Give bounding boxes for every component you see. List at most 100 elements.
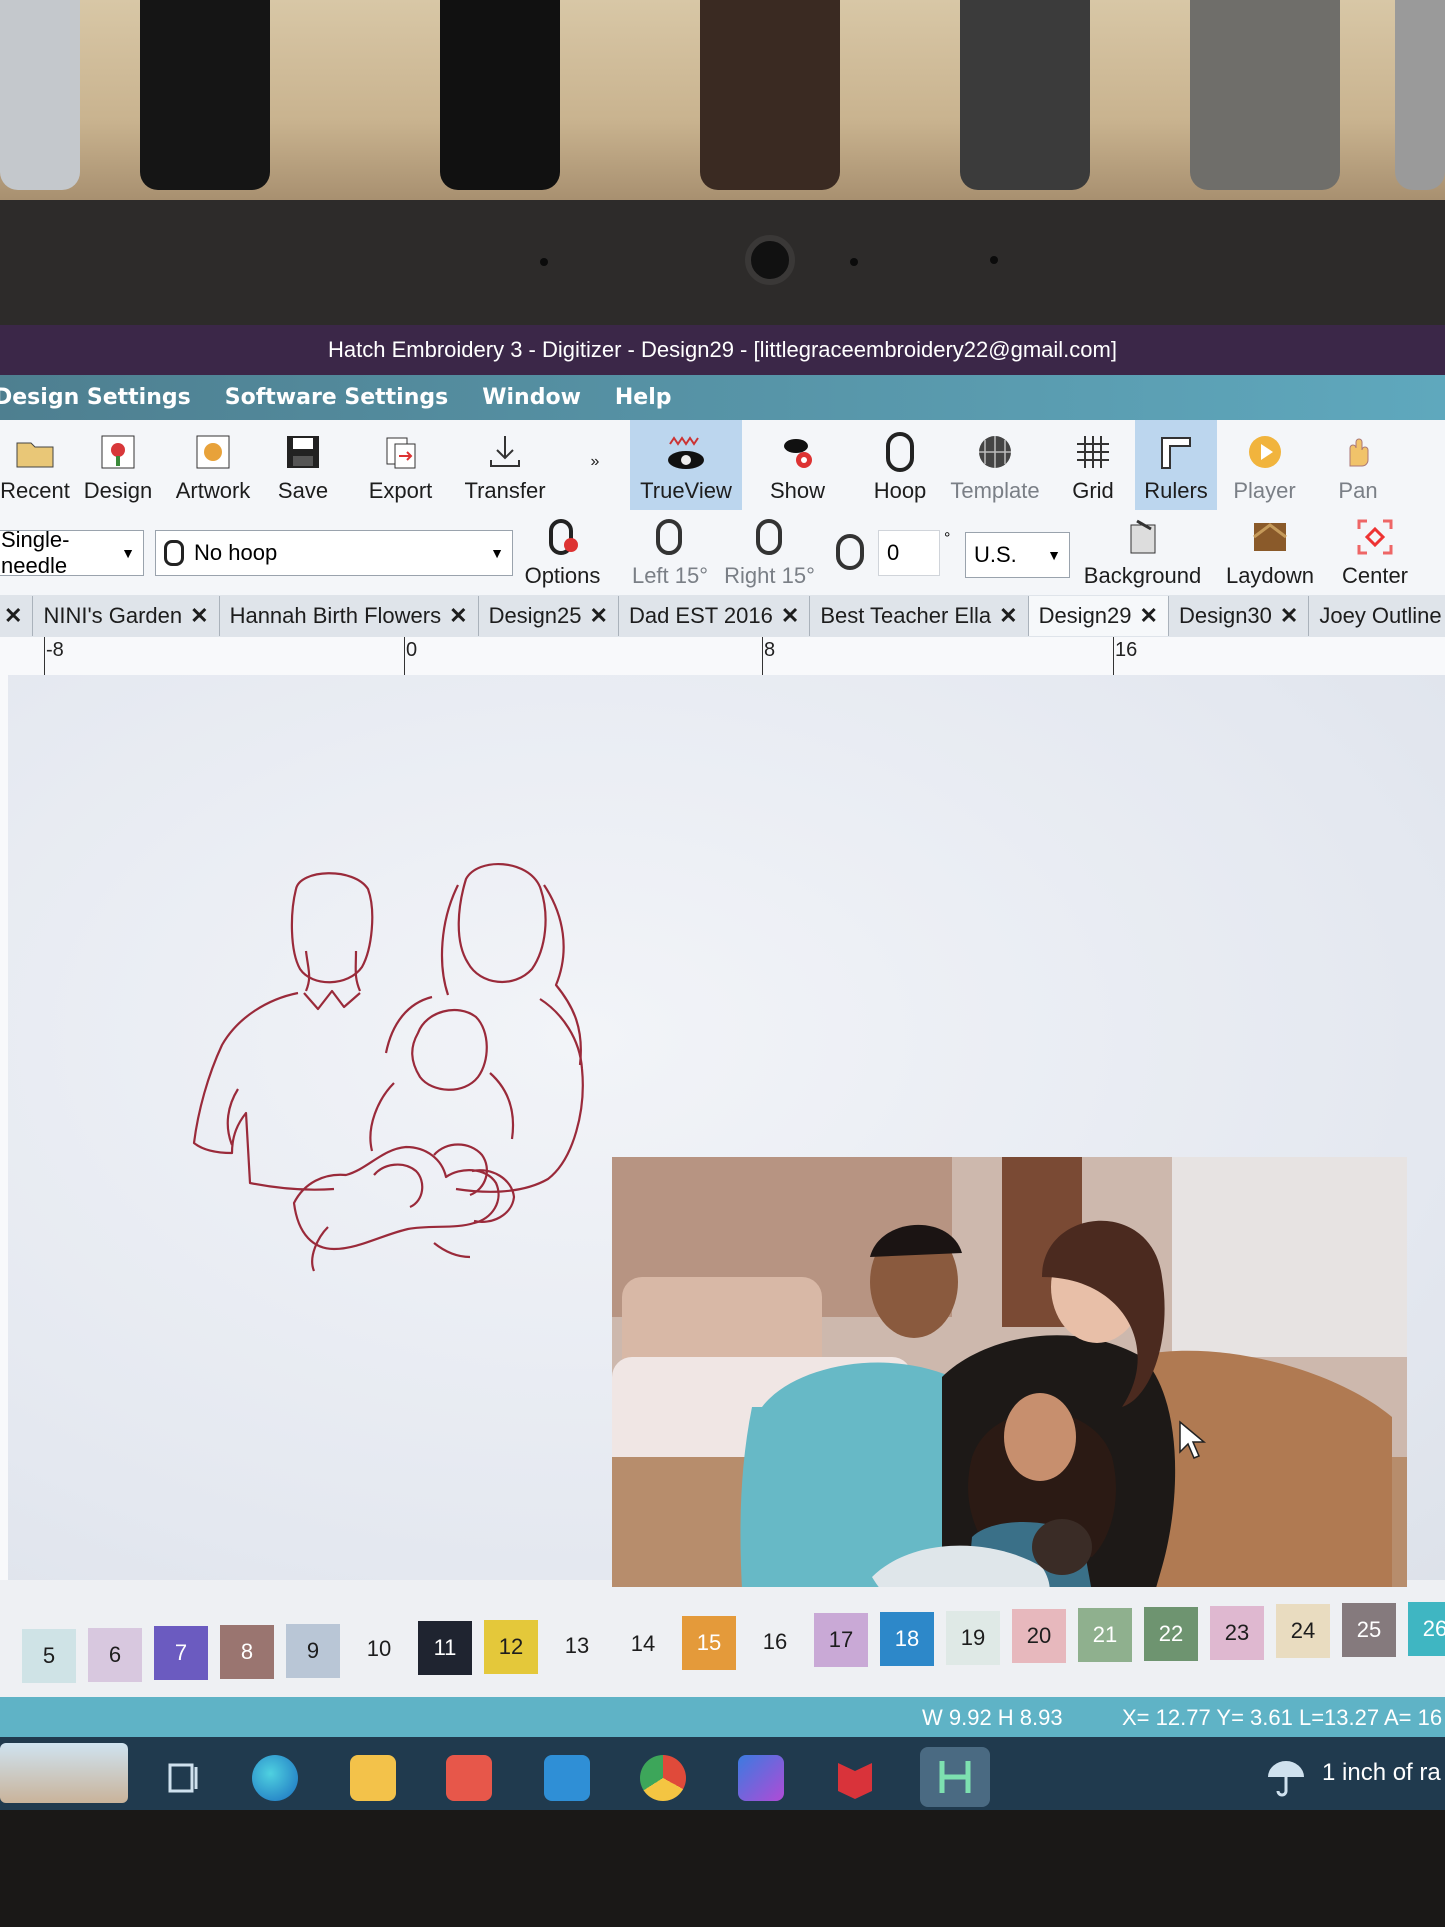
tab-design30[interactable]: Design30 ✕ — [1169, 596, 1310, 636]
laptop-bezel — [0, 200, 1445, 330]
laydown-button[interactable]: Laydown — [1215, 510, 1325, 595]
hoop-icon — [878, 430, 922, 474]
background-button[interactable]: Background — [1080, 510, 1205, 595]
toolbar-overflow-icon[interactable]: » — [580, 420, 610, 510]
close-icon[interactable]: ✕ — [781, 603, 799, 629]
close-icon[interactable]: ✕ — [590, 603, 608, 629]
tab-design25[interactable]: Design25 ✕ — [479, 596, 619, 636]
ruler-label: -8 — [46, 639, 64, 661]
tab-best-teacher-ella[interactable]: Best Teacher Ella ✕ — [810, 596, 1029, 636]
hoop-icon — [164, 540, 184, 566]
thread-color-swatch[interactable]: 23 — [1210, 1606, 1264, 1660]
thread-color-swatch[interactable]: 25 — [1342, 1603, 1396, 1657]
tab-hannah-birth-flowers[interactable]: Hannah Birth Flowers ✕ — [220, 596, 479, 636]
center-button[interactable]: Center — [1330, 510, 1420, 595]
edge-browser-icon[interactable] — [252, 1755, 298, 1801]
pan-button[interactable]: Pan — [1318, 420, 1398, 510]
chevron-down-icon: ▼ — [121, 545, 135, 561]
microsoft-store-icon[interactable] — [446, 1755, 492, 1801]
thread-color-swatch[interactable]: 19 — [946, 1611, 1000, 1665]
background-icon — [1121, 515, 1165, 559]
thread-color-swatch[interactable]: 11 — [418, 1621, 472, 1675]
degree-symbol: ° — [944, 530, 951, 547]
menu-design-settings[interactable]: Design Settings — [0, 385, 191, 410]
template-button[interactable]: Template — [945, 420, 1045, 510]
transfer-button[interactable]: Transfer — [455, 420, 555, 510]
thread-color-swatch[interactable]: 18 — [880, 1612, 934, 1666]
bezel-sensor — [540, 258, 548, 266]
grid-button[interactable]: Grid — [1058, 420, 1128, 510]
design-tabs: ✕ NINI's Garden ✕ Hannah Birth Flowers ✕ D… — [0, 595, 1445, 637]
export-button[interactable]: Export — [358, 420, 443, 510]
rotate-angle-input[interactable]: 0 — [878, 530, 940, 576]
mcafee-icon[interactable] — [832, 1755, 878, 1801]
title-bar: Hatch Embroidery 3 - Digitizer - Design2… — [0, 325, 1445, 375]
rulers-button[interactable]: Rulers — [1135, 420, 1217, 510]
thread-color-swatch[interactable]: 8 — [220, 1625, 274, 1679]
player-button[interactable]: Player — [1222, 420, 1307, 510]
ruler-label: 8 — [764, 639, 776, 661]
artwork-button[interactable]: Artwork — [168, 420, 258, 510]
transfer-arrow-icon — [483, 430, 527, 474]
hatch-embroidery-icon[interactable] — [920, 1747, 990, 1807]
close-icon[interactable]: ✕ — [1280, 603, 1298, 629]
rotate-right-button[interactable]: Right 15° — [722, 510, 817, 595]
grid-icon — [1071, 430, 1115, 474]
chevron-down-icon: ▼ — [490, 545, 504, 561]
units-select[interactable]: U.S. ▼ — [965, 532, 1070, 578]
outlook-icon[interactable] — [544, 1755, 590, 1801]
design-button[interactable]: Design — [78, 420, 158, 510]
m365-icon[interactable] — [738, 1755, 784, 1801]
thread-color-swatch[interactable]: 9 — [286, 1624, 340, 1678]
menu-help[interactable]: Help — [615, 385, 672, 410]
task-view-icon[interactable] — [160, 1755, 206, 1801]
ruler-label: 0 — [406, 639, 418, 661]
tab-joey-outline[interactable]: Joey Outline — [1309, 596, 1445, 636]
close-icon[interactable]: ✕ — [999, 603, 1017, 629]
close-icon[interactable]: ✕ — [1140, 603, 1158, 629]
tab-ninis-garden[interactable]: NINI's Garden ✕ — [33, 596, 220, 636]
cursor-coordinates-readout: X= 12.77 Y= 3.61 L=13.27 A= 16 — [1122, 1705, 1443, 1730]
thread-color-swatch[interactable]: 5 — [22, 1629, 76, 1683]
bezel-sensor — [850, 258, 858, 266]
file-explorer-icon[interactable] — [350, 1755, 396, 1801]
thread-color-swatch[interactable]: 6 — [88, 1628, 142, 1682]
thread-color-swatch[interactable]: 14 — [616, 1617, 670, 1671]
tab-design29[interactable]: Design29 ✕ — [1028, 596, 1169, 636]
save-button[interactable]: Save — [268, 420, 338, 510]
show-button[interactable]: Show — [755, 420, 840, 510]
thread-color-swatch[interactable]: 7 — [154, 1626, 208, 1680]
rotate-left-button[interactable]: Left 15° — [625, 510, 715, 595]
thread-color-swatch[interactable]: 15 — [682, 1616, 736, 1670]
folder-open-icon — [13, 430, 57, 474]
bezel-sensor — [990, 256, 998, 264]
widgets-thumbnail[interactable] — [0, 1743, 128, 1803]
recent-button[interactable]: Recent — [0, 420, 70, 510]
close-icon[interactable]: ✕ — [449, 603, 467, 629]
close-icon[interactable]: ✕ — [190, 603, 208, 629]
thread-color-swatch[interactable]: 26 — [1408, 1602, 1445, 1656]
hoop-select[interactable]: No hoop ▼ — [155, 530, 513, 576]
options-button[interactable]: Options — [520, 510, 605, 595]
thread-color-swatch[interactable]: 10 — [352, 1622, 406, 1676]
thread-color-swatch[interactable]: 22 — [1144, 1607, 1198, 1661]
chrome-icon[interactable] — [640, 1755, 686, 1801]
thread-color-swatch[interactable]: 13 — [550, 1619, 604, 1673]
show-eye-gear-icon — [776, 430, 820, 474]
tab-close-icon[interactable]: ✕ — [0, 596, 34, 636]
tab-dad-est-2016[interactable]: Dad EST 2016 ✕ — [619, 596, 811, 636]
ruler-tick — [1113, 637, 1114, 675]
mouse-cursor-icon — [1179, 1420, 1207, 1459]
trueview-button[interactable]: TrueView — [630, 420, 742, 510]
hoop-button[interactable]: Hoop — [860, 420, 940, 510]
menu-window[interactable]: Window — [482, 385, 581, 410]
machine-select[interactable]: Single-needle ▼ — [0, 527, 144, 578]
thread-color-swatch[interactable]: 12 — [484, 1620, 538, 1674]
thread-color-swatch[interactable]: 16 — [748, 1615, 802, 1669]
thread-color-swatch[interactable]: 17 — [814, 1613, 868, 1667]
thread-color-swatch[interactable]: 21 — [1078, 1608, 1132, 1662]
menu-software-settings[interactable]: Software Settings — [225, 385, 449, 410]
thread-color-swatch[interactable]: 24 — [1276, 1604, 1330, 1658]
design-canvas[interactable] — [8, 675, 1445, 1707]
thread-color-swatch[interactable]: 20 — [1012, 1609, 1066, 1663]
